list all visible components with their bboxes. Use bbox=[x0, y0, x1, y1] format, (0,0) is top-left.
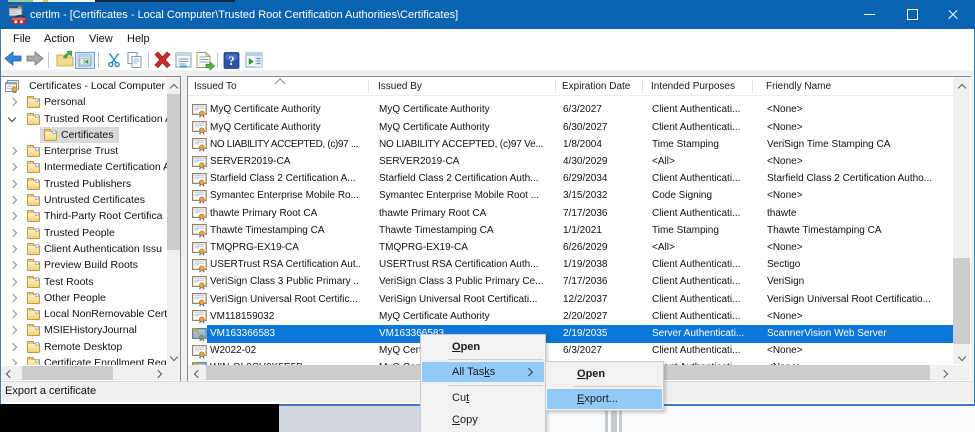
svg-text:?: ? bbox=[228, 53, 235, 68]
